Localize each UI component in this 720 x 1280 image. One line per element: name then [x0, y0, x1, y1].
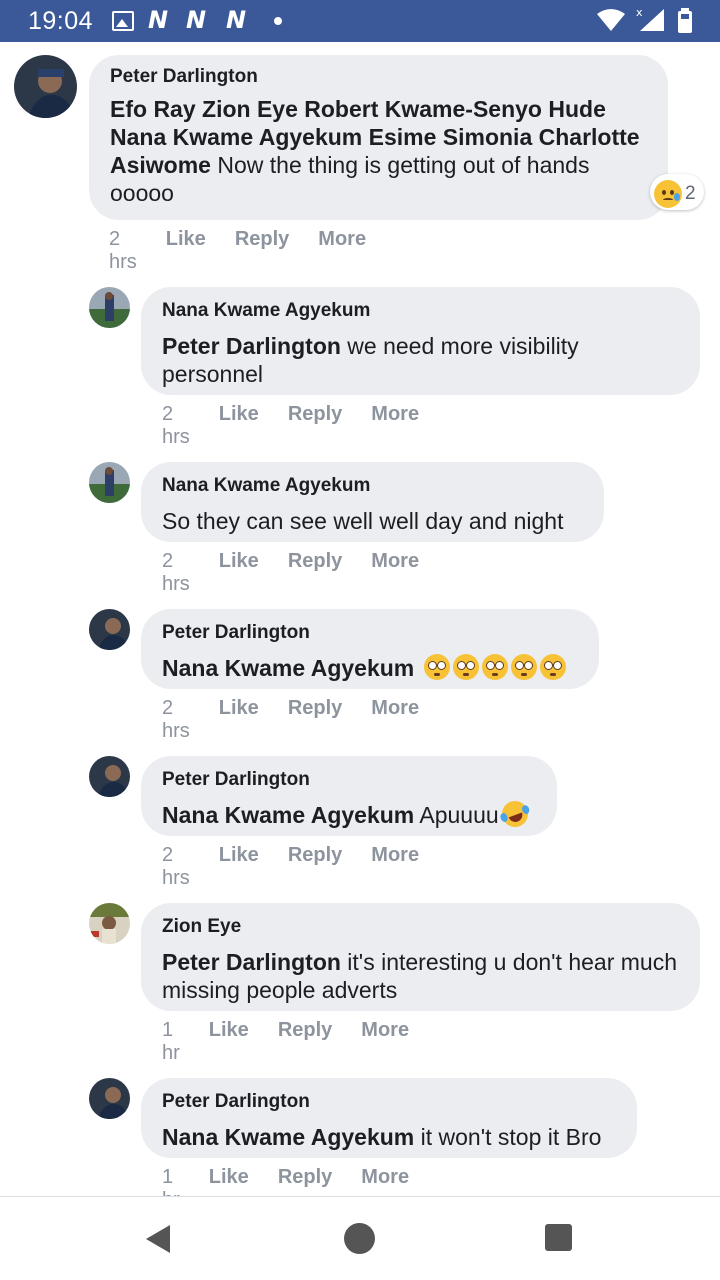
- comment-time: 1 hr: [162, 1019, 180, 1064]
- comment-text: Nana Kwame Agyekum: [162, 654, 579, 682]
- comment-message: [414, 655, 420, 681]
- mention[interactable]: Nana Kwame Agyekum: [162, 802, 414, 828]
- reply-button[interactable]: Reply: [288, 403, 342, 449]
- comment-time: 2 hrs: [109, 228, 137, 273]
- mention[interactable]: Nana Kwame Agyekum: [162, 655, 414, 681]
- comment-text: Peter Darlington we need more visibility…: [162, 332, 680, 388]
- comment-actions: 2 hrs Like Reply More: [109, 228, 395, 274]
- flushed-face-icon: [539, 654, 566, 680]
- mention[interactable]: Peter Darlington: [162, 333, 341, 359]
- comment-text: So they can see well well day and night: [162, 507, 584, 535]
- like-button[interactable]: Like: [219, 403, 259, 449]
- svg-text:x: x: [636, 6, 643, 19]
- comment-actions: 2 hrs Like Reply More: [162, 550, 448, 596]
- like-button[interactable]: Like: [219, 844, 259, 890]
- comment-author[interactable]: Peter Darlington: [162, 621, 579, 645]
- system-navigation-bar: [0, 1197, 720, 1280]
- comment-actions: 2 hrs Like Reply More: [162, 844, 448, 890]
- comment-bubble: Peter Darlington Nana Kwame Agyekum Apuu…: [141, 756, 557, 836]
- comment-bubble: Nana Kwame Agyekum So they can see well …: [141, 462, 604, 542]
- comment-time: 2 hrs: [162, 550, 190, 595]
- mention[interactable]: Peter Darlington: [162, 949, 341, 975]
- comment-author[interactable]: Peter Darlington: [162, 768, 537, 792]
- more-button[interactable]: More: [371, 844, 419, 890]
- comment-bubble: Zion Eye Peter Darlington it's interesti…: [141, 903, 700, 1011]
- avatar[interactable]: [14, 55, 77, 118]
- comment-message: Apuuuu: [414, 802, 499, 828]
- comment-text: Peter Darlington it's interesting u don'…: [162, 948, 680, 1004]
- comment-author[interactable]: Peter Darlington: [110, 65, 648, 89]
- avatar[interactable]: [89, 609, 130, 650]
- notification-n-icon: N: [186, 6, 207, 34]
- like-button[interactable]: Like: [166, 228, 206, 274]
- comment-author[interactable]: Nana Kwame Agyekum: [162, 474, 584, 498]
- reply-button[interactable]: Reply: [288, 844, 342, 890]
- more-button[interactable]: More: [371, 550, 419, 596]
- image-icon: [112, 11, 134, 31]
- more-button[interactable]: More: [371, 403, 419, 449]
- recent-apps-icon[interactable]: [545, 1224, 572, 1251]
- more-button[interactable]: More: [361, 1019, 409, 1065]
- comment-bubble: Peter Darlington Nana Kwame Agyekum: [141, 609, 599, 689]
- avatar[interactable]: [89, 1078, 130, 1119]
- status-bar: 19:04 N N N x: [0, 0, 720, 42]
- comment-text: Nana Kwame Agyekum it won't stop it Bro: [162, 1123, 617, 1151]
- reply-button[interactable]: Reply: [278, 1019, 332, 1065]
- home-icon[interactable]: [344, 1223, 375, 1254]
- comment-bubble: Nana Kwame Agyekum Peter Darlington we n…: [141, 287, 700, 395]
- like-button[interactable]: Like: [219, 697, 259, 743]
- comment-bubble: Peter Darlington Efo Ray Zion Eye Robert…: [89, 55, 668, 220]
- comment-actions: 1 hr Like Reply More: [162, 1019, 438, 1065]
- avatar[interactable]: [89, 287, 130, 328]
- comment-actions: 2 hrs Like Reply More: [162, 697, 448, 743]
- comment-message: it won't stop it Bro: [414, 1124, 602, 1150]
- wifi-icon: [597, 9, 625, 31]
- comment-time: 2 hrs: [162, 697, 190, 742]
- comment-author[interactable]: Peter Darlington: [162, 1090, 617, 1114]
- reply-button[interactable]: Reply: [235, 228, 289, 274]
- more-notifications-icon: [274, 17, 282, 25]
- battery-icon: [678, 8, 692, 33]
- flushed-face-icon: [510, 654, 537, 680]
- like-button[interactable]: Like: [209, 1019, 249, 1065]
- comment-message: So they can see well well day and night: [162, 508, 564, 534]
- avatar[interactable]: [89, 462, 130, 503]
- flushed-face-icon: [452, 654, 479, 680]
- comment-time: 2 hrs: [162, 403, 190, 448]
- comment-bubble: Peter Darlington Nana Kwame Agyekum it w…: [141, 1078, 637, 1158]
- more-button[interactable]: More: [371, 697, 419, 743]
- notification-n-icon: N: [148, 6, 169, 34]
- reply-button[interactable]: Reply: [288, 550, 342, 596]
- signal-icon: x: [636, 6, 664, 31]
- sad-reaction-icon: [654, 180, 682, 208]
- comment-text: Efo Ray Zion Eye Robert Kwame-Senyo Hude…: [110, 95, 648, 207]
- flushed-face-icon: [481, 654, 508, 680]
- avatar[interactable]: [89, 756, 130, 797]
- comment-actions: 2 hrs Like Reply More: [162, 403, 448, 449]
- rolling-laughing-icon: [498, 797, 532, 831]
- flushed-face-icon: [423, 654, 450, 680]
- avatar[interactable]: [89, 903, 130, 944]
- back-icon[interactable]: [146, 1225, 170, 1253]
- like-button[interactable]: Like: [219, 550, 259, 596]
- notification-n-icon: N: [226, 6, 247, 34]
- comment-time: 2 hrs: [162, 844, 190, 889]
- comment-text: Nana Kwame Agyekum Apuuuu: [162, 797, 537, 831]
- comment-author[interactable]: Zion Eye: [162, 915, 680, 939]
- status-time: 19:04: [28, 7, 94, 35]
- reply-button[interactable]: Reply: [288, 697, 342, 743]
- more-button[interactable]: More: [318, 228, 366, 274]
- mention[interactable]: Nana Kwame Agyekum: [162, 1124, 414, 1150]
- reaction-summary[interactable]: 2: [650, 174, 704, 210]
- reaction-count: 2: [685, 183, 696, 204]
- comment-author[interactable]: Nana Kwame Agyekum: [162, 299, 680, 323]
